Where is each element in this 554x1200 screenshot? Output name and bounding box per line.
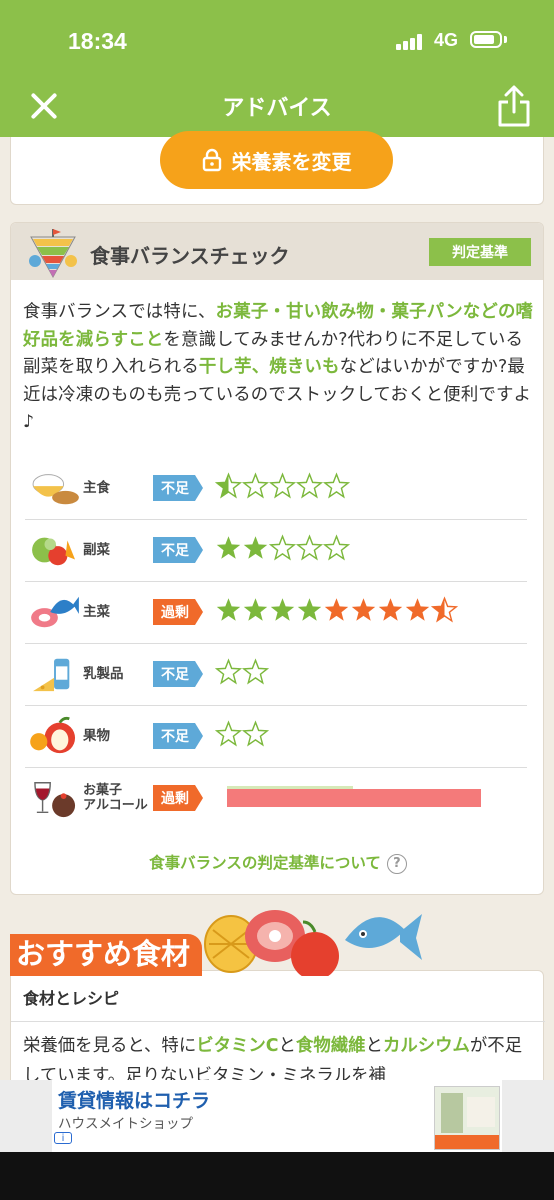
foods-illustration bbox=[204, 910, 422, 976]
star-icon bbox=[378, 598, 403, 621]
balance-top-icon bbox=[29, 229, 77, 279]
fruit-icon bbox=[29, 715, 81, 757]
star-icon bbox=[351, 598, 376, 621]
star-icon bbox=[269, 534, 296, 561]
food-group-label: 主食 bbox=[83, 480, 110, 496]
divider bbox=[11, 1021, 545, 1022]
text-segment: と bbox=[365, 1036, 383, 1056]
balance-card: 食事バランスチェック 判定基準 食事バランスでは特に、お菓子・甘い飲み物・菓子パ… bbox=[10, 222, 544, 895]
balance-row: 副菜 不足 bbox=[25, 519, 527, 582]
lock-icon bbox=[202, 148, 221, 172]
star-icon bbox=[431, 596, 458, 623]
vegetables-icon bbox=[29, 529, 81, 571]
star-icon bbox=[215, 720, 242, 747]
balance-row: 主食 不足 bbox=[25, 457, 527, 520]
balance-row: お菓子 アルコール 過剰 bbox=[25, 767, 527, 829]
dairy-icon bbox=[29, 653, 81, 695]
food-group-label: 乳製品 bbox=[83, 666, 124, 682]
recommended-title: おすすめ食材 bbox=[10, 934, 203, 976]
star-rating bbox=[215, 657, 269, 691]
highlighted-text: ビタミンC bbox=[196, 1036, 279, 1056]
text-segment: 栄養価を見ると、特に bbox=[23, 1036, 197, 1056]
star-icon bbox=[296, 534, 323, 561]
status-badge: 不足 bbox=[153, 475, 203, 501]
status-badge: 過剰 bbox=[153, 599, 203, 625]
star-icon bbox=[243, 598, 268, 621]
status-badge: 不足 bbox=[153, 661, 203, 687]
food-group-label: 副菜 bbox=[83, 542, 110, 558]
star-icon bbox=[215, 658, 242, 685]
home-indicator-bar bbox=[0, 1152, 554, 1200]
status-badge: 不足 bbox=[153, 537, 203, 563]
change-nutrient-label: 栄養素を変更 bbox=[231, 149, 352, 174]
highlighted-text: 干し芋、焼きいも bbox=[198, 357, 340, 378]
sweets-alcohol-icon bbox=[29, 777, 81, 819]
criteria-link[interactable]: 食事バランスの判定基準について? bbox=[11, 851, 543, 874]
advice-text: 食事バランスでは特に、お菓子・甘い飲み物・菓子パンなどの嗜好品を減らすことを意識… bbox=[23, 299, 535, 437]
star-rating bbox=[215, 595, 458, 629]
balance-title: 食事バランスチェック bbox=[90, 244, 290, 268]
highlighted-text: 食物繊維 bbox=[295, 1036, 366, 1056]
star-rating bbox=[215, 533, 350, 567]
star-icon bbox=[242, 720, 269, 747]
star-icon bbox=[216, 598, 241, 621]
ad-subtitle: ハウスメイトショップ bbox=[58, 1116, 193, 1132]
level-bar bbox=[227, 789, 481, 807]
star-rating bbox=[215, 471, 350, 505]
status-time: 18:34 bbox=[68, 28, 127, 54]
food-group-label: お菓子 アルコール bbox=[83, 783, 148, 813]
balance-row: 果物 不足 bbox=[25, 705, 527, 768]
balance-row: 主菜 過剰 bbox=[25, 581, 527, 644]
status-badge: 過剰 bbox=[153, 785, 203, 811]
star-icon bbox=[323, 472, 350, 499]
signal-icon bbox=[396, 34, 430, 50]
criteria-badge[interactable]: 判定基準 bbox=[429, 238, 531, 266]
help-icon: ? bbox=[386, 853, 407, 874]
star-icon bbox=[323, 534, 350, 561]
star-icon bbox=[296, 472, 323, 499]
ad-title[interactable]: 賃貸情報はコチラ bbox=[58, 1086, 210, 1113]
star-icon bbox=[270, 598, 295, 621]
star-icon bbox=[324, 598, 349, 621]
star-icon bbox=[405, 598, 430, 621]
food-group-label: 主菜 bbox=[83, 604, 110, 620]
battery-icon bbox=[470, 31, 502, 48]
food-group-label: 果物 bbox=[83, 728, 110, 744]
text-segment: 食事バランスでは特に、 bbox=[23, 302, 216, 322]
change-nutrient-button[interactable]: 栄養素を変更 bbox=[160, 131, 393, 189]
balance-row: 乳製品 不足 bbox=[25, 643, 527, 706]
star-rating bbox=[215, 719, 269, 753]
fish-meat-icon bbox=[29, 591, 81, 633]
text-segment: と bbox=[278, 1036, 296, 1056]
star-icon bbox=[242, 472, 269, 499]
ad-info-icon[interactable]: i bbox=[54, 1132, 72, 1144]
network-type: 4G bbox=[434, 30, 459, 50]
ad-banner[interactable]: 賃貸情報はコチラ ハウスメイトショップ i bbox=[0, 1080, 554, 1152]
highlighted-text: カルシウム bbox=[382, 1036, 470, 1056]
ad-image[interactable] bbox=[434, 1086, 500, 1150]
star-icon bbox=[269, 472, 296, 499]
status-badge: 不足 bbox=[153, 723, 203, 749]
star-icon bbox=[242, 658, 269, 685]
criteria-link-label: 食事バランスの判定基準について bbox=[149, 854, 381, 872]
page-title: アドバイス bbox=[222, 96, 332, 121]
star-icon bbox=[297, 598, 322, 621]
app-header: 18:34 4G アドバイス bbox=[0, 0, 554, 137]
star-icon bbox=[216, 536, 241, 559]
rice-bread-icon bbox=[29, 467, 81, 509]
balance-card-header: 食事バランスチェック 判定基準 bbox=[11, 223, 543, 280]
star-icon bbox=[243, 536, 268, 559]
share-icon[interactable] bbox=[496, 84, 532, 128]
star-icon bbox=[215, 472, 242, 499]
recipe-subtitle: 食材とレシピ bbox=[23, 989, 120, 1008]
